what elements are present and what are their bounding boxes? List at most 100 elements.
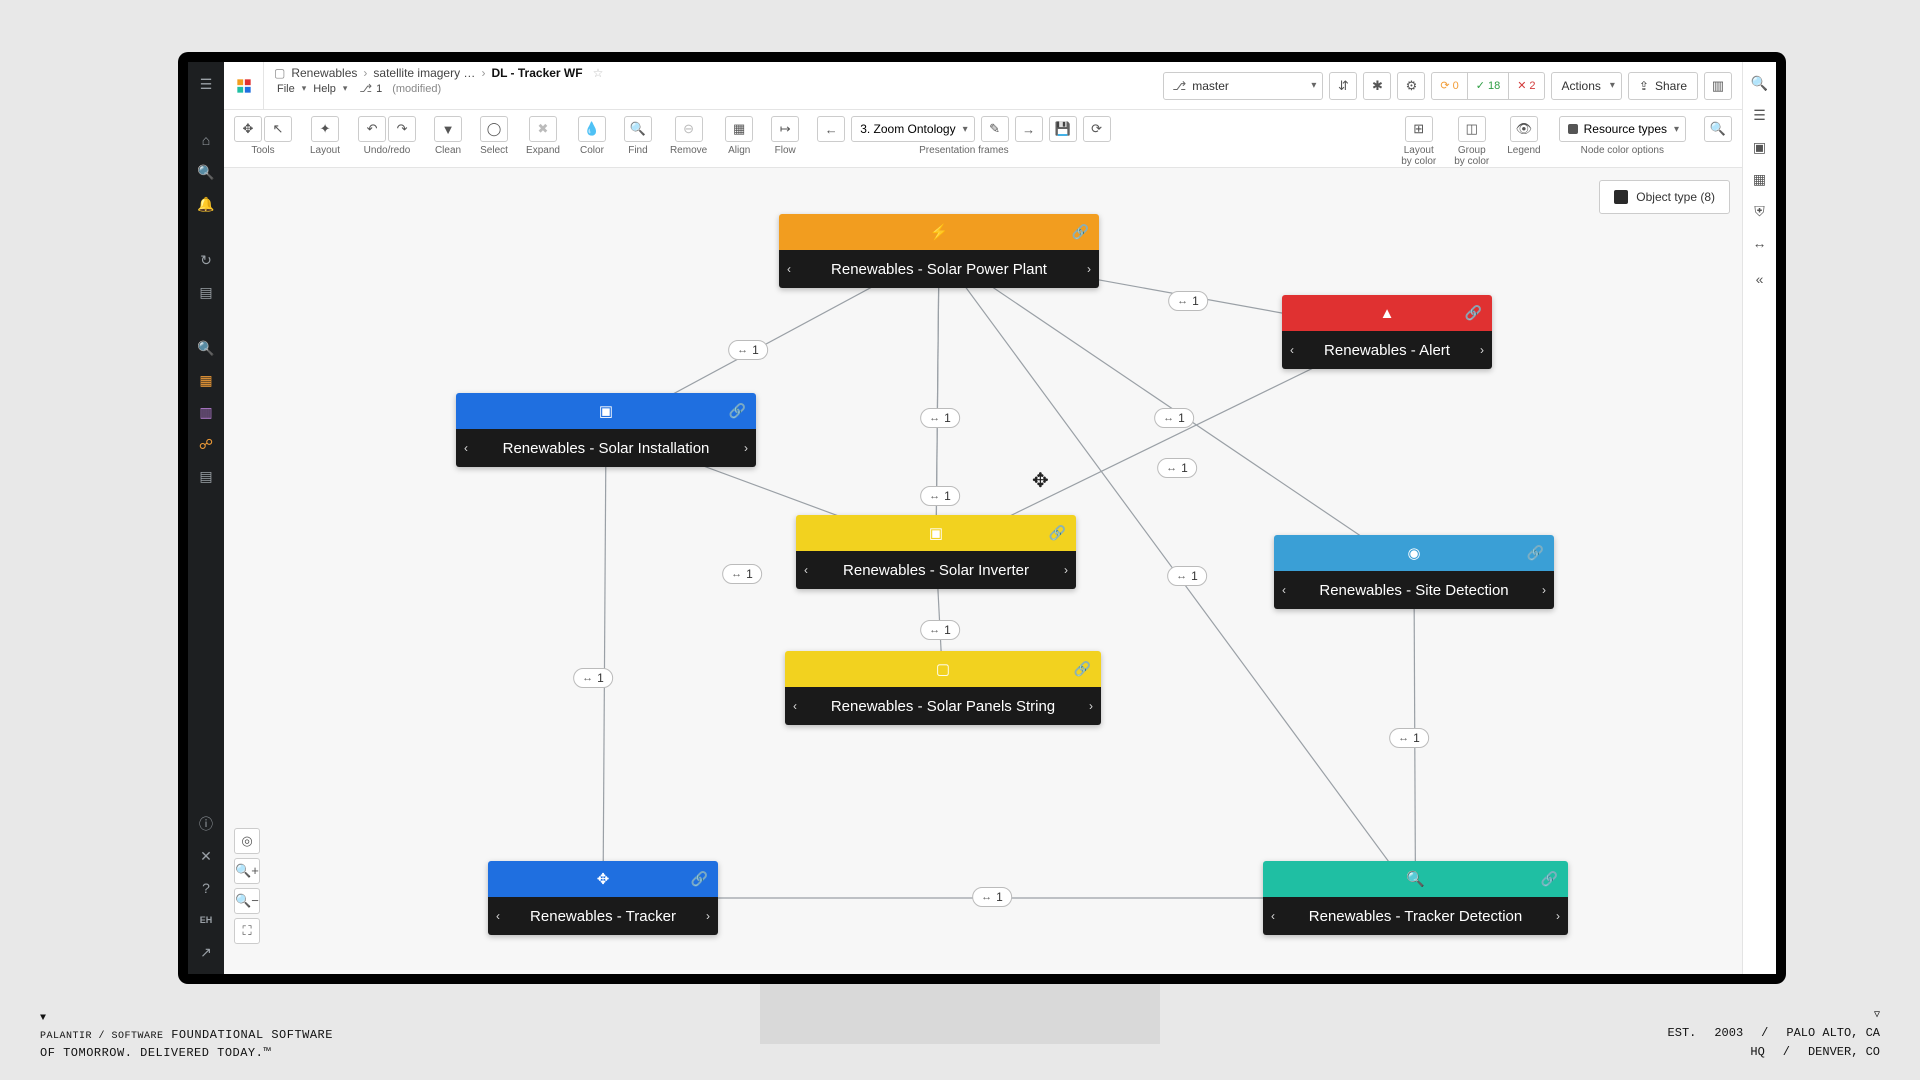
zoom-in-icon[interactable]: 🔍+: [234, 858, 260, 884]
edge-count-pill[interactable]: ↔1: [920, 620, 960, 640]
actions-button[interactable]: Actions: [1551, 72, 1622, 100]
save-frame-icon[interactable]: 💾: [1049, 116, 1077, 142]
node-inverter[interactable]: ▣🔗‹Renewables - Solar Inverter›: [796, 515, 1076, 589]
redo-icon[interactable]: ↷: [388, 116, 416, 142]
edge-count-pill[interactable]: ↔1: [728, 340, 768, 360]
chevron-left-icon[interactable]: ‹: [787, 262, 791, 276]
file-menu[interactable]: File: [274, 83, 298, 95]
chart-icon[interactable]: ▥: [192, 398, 220, 426]
color-icon[interactable]: 💧: [578, 116, 606, 142]
chevron-right-icon[interactable]: ›: [744, 441, 748, 455]
star-icon[interactable]: ☆: [593, 66, 604, 80]
menu-icon[interactable]: ☰: [192, 70, 220, 98]
eh-icon[interactable]: EH: [192, 906, 220, 934]
edge-count-pill[interactable]: ↔1: [573, 668, 613, 688]
node-alert[interactable]: ▲🔗‹Renewables - Alert›: [1282, 295, 1492, 369]
undo-icon[interactable]: ↶: [358, 116, 386, 142]
shuffle-icon[interactable]: ✕: [192, 842, 220, 870]
share-button[interactable]: ⇪Share: [1628, 72, 1698, 100]
locate-icon[interactable]: ◎: [234, 828, 260, 854]
expand-icon[interactable]: ↗: [192, 938, 220, 966]
edge-count-pill[interactable]: ↔1: [920, 486, 960, 506]
auto-layout-icon[interactable]: ✦: [311, 116, 339, 142]
clean-icon[interactable]: ▼: [434, 116, 462, 142]
calendar-icon[interactable]: ▦: [1747, 166, 1773, 192]
edge-count-pill[interactable]: ↔1: [1389, 728, 1429, 748]
link-icon[interactable]: 🔗: [691, 871, 708, 888]
legend-card[interactable]: Object type (8): [1599, 180, 1730, 214]
group-color-icon[interactable]: ◫: [1458, 116, 1486, 142]
edge-count-pill[interactable]: ↔1: [1154, 408, 1194, 428]
edge-count-pill[interactable]: ↔1: [1167, 566, 1207, 586]
find-icon[interactable]: 🔍: [624, 116, 652, 142]
chevron-left-icon[interactable]: ‹: [1290, 343, 1294, 357]
prev-frame-icon[interactable]: ←: [817, 116, 845, 142]
node-tracker[interactable]: ✥🔗‹Renewables - Tracker›: [488, 861, 718, 935]
bookmark-icon[interactable]: ▤: [192, 278, 220, 306]
zoom-out-icon[interactable]: 🔍−: [234, 888, 260, 914]
collapse-icon[interactable]: «: [1747, 266, 1773, 292]
chevron-right-icon[interactable]: ›: [1542, 583, 1546, 597]
chevron-right-icon[interactable]: ›: [1087, 262, 1091, 276]
align-icon[interactable]: ▦: [725, 116, 753, 142]
link-icon[interactable]: 🔗: [1074, 661, 1091, 678]
edge-count-pill[interactable]: ↔1: [972, 887, 1012, 907]
build-status[interactable]: ⟳0 ✓18 ✕2: [1431, 72, 1544, 100]
layout-color-icon[interactable]: ⊞: [1405, 116, 1433, 142]
node-plant[interactable]: ⚡🔗‹Renewables - Solar Power Plant›: [779, 214, 1099, 288]
folder-icon[interactable]: ▤: [192, 462, 220, 490]
panel-icon[interactable]: ▥: [1704, 72, 1732, 100]
chevron-right-icon[interactable]: ›: [706, 909, 710, 923]
chevron-left-icon[interactable]: ‹: [1282, 583, 1286, 597]
chevron-right-icon[interactable]: ›: [1556, 909, 1560, 923]
link-icon[interactable]: 🔗: [1465, 305, 1482, 322]
flow-icon[interactable]: ↦: [771, 116, 799, 142]
clipboard-icon[interactable]: ▣: [1747, 134, 1773, 160]
fit-icon[interactable]: ⛶: [234, 918, 260, 944]
gear-icon[interactable]: ⚙: [1397, 72, 1425, 100]
node-site[interactable]: ◉🔗‹Renewables - Site Detection›: [1274, 535, 1554, 609]
chevron-right-icon[interactable]: ›: [1064, 563, 1068, 577]
link-icon[interactable]: 🔗: [1541, 871, 1558, 888]
layers-icon[interactable]: ☍: [192, 430, 220, 458]
info-icon[interactable]: ⓘ: [192, 810, 220, 838]
bell-icon[interactable]: 🔔: [192, 190, 220, 218]
list-icon[interactable]: ☰: [1747, 102, 1773, 128]
chevron-left-icon[interactable]: ‹: [1271, 909, 1275, 923]
graph-canvas[interactable]: ⚡🔗‹Renewables - Solar Power Plant›▲🔗‹Ren…: [224, 168, 1742, 974]
merge-icon[interactable]: ⇵: [1329, 72, 1357, 100]
toolbar-search-icon[interactable]: 🔍: [1704, 116, 1732, 142]
crumb-root[interactable]: Renewables: [291, 66, 357, 80]
node-install[interactable]: ▣🔗‹Renewables - Solar Installation›: [456, 393, 756, 467]
chevron-left-icon[interactable]: ‹: [804, 563, 808, 577]
chevron-left-icon[interactable]: ‹: [793, 699, 797, 713]
home-icon[interactable]: ⌂: [192, 126, 220, 154]
snowflake-icon[interactable]: ✱: [1363, 72, 1391, 100]
search-icon[interactable]: 🔍: [192, 158, 220, 186]
node-color-select[interactable]: Resource types: [1559, 116, 1686, 142]
move-tool-icon[interactable]: ✥: [234, 116, 262, 142]
link-icon[interactable]: 🔗: [729, 403, 746, 420]
link-icon[interactable]: 🔗: [1049, 525, 1066, 542]
dataset-icon[interactable]: ▦: [192, 366, 220, 394]
node-trackdet[interactable]: 🔍🔗‹Renewables - Tracker Detection›: [1263, 861, 1568, 935]
edge-count-pill[interactable]: ↔1: [1157, 458, 1197, 478]
explore-icon[interactable]: 🔍: [192, 334, 220, 362]
node-string[interactable]: ▢🔗‹Renewables - Solar Panels String›: [785, 651, 1101, 725]
edge-count-pill[interactable]: ↔1: [920, 408, 960, 428]
link-icon[interactable]: 🔗: [1072, 224, 1089, 241]
pointer-tool-icon[interactable]: ↖: [264, 116, 292, 142]
chevron-right-icon[interactable]: ›: [1480, 343, 1484, 357]
shield-icon[interactable]: ⛨: [1747, 198, 1773, 224]
edge-count-pill[interactable]: ↔1: [722, 564, 762, 584]
brand-logo[interactable]: [224, 62, 264, 109]
expand-icon[interactable]: ✖: [529, 116, 557, 142]
edge-count-pill[interactable]: ↔1: [1168, 291, 1208, 311]
edit-frame-icon[interactable]: ✎: [981, 116, 1009, 142]
chevron-right-icon[interactable]: ›: [1089, 699, 1093, 713]
history-icon[interactable]: ↻: [192, 246, 220, 274]
chevron-left-icon[interactable]: ‹: [496, 909, 500, 923]
remove-icon[interactable]: ⊖: [675, 116, 703, 142]
frame-select[interactable]: 3. Zoom Ontology: [851, 116, 974, 142]
crumb-mid[interactable]: satellite imagery …: [373, 66, 475, 80]
